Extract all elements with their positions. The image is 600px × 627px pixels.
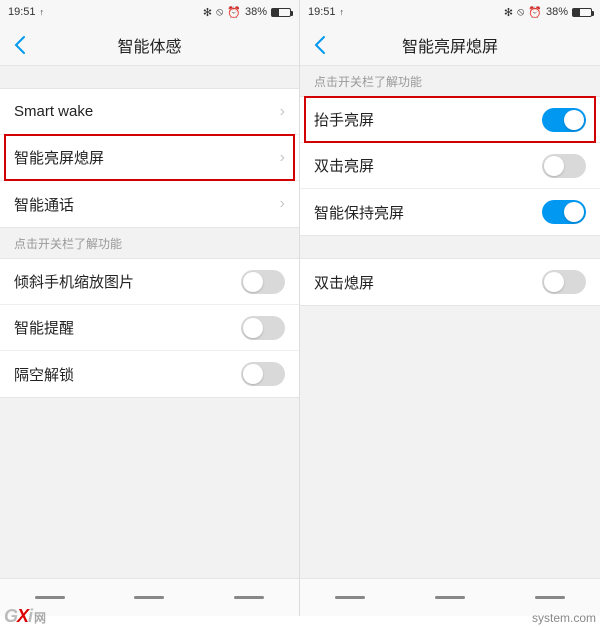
section-label: 点击开关栏了解功能 xyxy=(300,66,600,96)
chevron-right-icon: › xyxy=(280,149,285,167)
toggle-item-raise-wake[interactable]: 抬手亮屏 xyxy=(300,97,600,143)
toggle-item-smart-remind[interactable]: 智能提醒 xyxy=(0,305,299,351)
nav-recent-button[interactable] xyxy=(35,596,65,599)
watermark-url: system.com xyxy=(532,611,596,625)
item-label: 双击亮屏 xyxy=(314,155,374,176)
toggle-item-double-tap-wake[interactable]: 双击亮屏 xyxy=(300,143,600,189)
dnd-icon: ⦸ xyxy=(517,6,524,19)
status-bar: 19:51 ↑ ✻ ⦸ ⏰ 38% xyxy=(0,0,299,24)
item-label: 智能亮屏熄屏 xyxy=(14,147,104,168)
section-label: 点击开关栏了解功能 xyxy=(0,228,299,258)
battery-pct: 38% xyxy=(546,6,568,18)
nav-home-button[interactable] xyxy=(435,596,465,599)
toggle-switch[interactable] xyxy=(542,200,586,224)
item-label: Smart wake xyxy=(14,103,93,120)
toggle-switch[interactable] xyxy=(241,270,285,294)
bluetooth-icon: ✻ xyxy=(203,6,212,19)
toggle-group-2: 双击熄屏 xyxy=(300,258,600,306)
status-time: 19:51 xyxy=(308,6,336,18)
toggle-switch[interactable] xyxy=(542,270,586,294)
page-title: 智能亮屏熄屏 xyxy=(300,33,600,57)
item-label: 智能提醒 xyxy=(14,317,74,338)
alarm-icon: ⏰ xyxy=(227,6,241,19)
upload-icon: ↑ xyxy=(40,7,45,17)
bluetooth-icon: ✻ xyxy=(504,6,513,19)
battery-pct: 38% xyxy=(245,6,267,18)
battery-icon xyxy=(572,8,592,17)
left-screen: 19:51 ↑ ✻ ⦸ ⏰ 38% 智能体感 Smart wake › xyxy=(0,0,300,616)
item-label: 双击熄屏 xyxy=(314,272,374,293)
nav-item-smart-wake[interactable]: Smart wake › xyxy=(0,89,299,135)
status-bar: 19:51 ↑ ✻ ⦸ ⏰ 38% xyxy=(300,0,600,24)
nav-back-button[interactable] xyxy=(535,596,565,599)
toggle-item-smart-stay[interactable]: 智能保持亮屏 xyxy=(300,189,600,235)
toggle-switch[interactable] xyxy=(241,316,285,340)
nav-item-smart-call[interactable]: 智能通话 › xyxy=(0,181,299,227)
toggle-switch[interactable] xyxy=(241,362,285,386)
back-button[interactable] xyxy=(300,24,340,66)
upload-icon: ↑ xyxy=(340,7,345,17)
item-label: 隔空解锁 xyxy=(14,364,74,385)
nav-recent-button[interactable] xyxy=(335,596,365,599)
nav-back-button[interactable] xyxy=(234,596,264,599)
toggle-switch[interactable] xyxy=(542,108,586,132)
toggle-item-air-unlock[interactable]: 隔空解锁 xyxy=(0,351,299,397)
toggle-switch[interactable] xyxy=(542,154,586,178)
header: 智能体感 xyxy=(0,24,299,66)
chevron-right-icon: › xyxy=(280,103,285,121)
toggle-group-1: 抬手亮屏 双击亮屏 智能保持亮屏 xyxy=(300,96,600,236)
chevron-right-icon: › xyxy=(280,195,285,213)
page-title: 智能体感 xyxy=(0,33,299,57)
dnd-icon: ⦸ xyxy=(216,6,223,19)
toggle-item-tilt-zoom[interactable]: 倾斜手机缩放图片 xyxy=(0,259,299,305)
item-label: 智能通话 xyxy=(14,194,74,215)
back-button[interactable] xyxy=(0,24,40,66)
item-label: 智能保持亮屏 xyxy=(314,202,404,223)
item-label: 倾斜手机缩放图片 xyxy=(14,271,134,292)
right-screen: 19:51 ↑ ✻ ⦸ ⏰ 38% 智能亮屏熄屏 点击开关栏了解功能 抬手亮屏 xyxy=(300,0,600,616)
battery-icon xyxy=(271,8,291,17)
alarm-icon: ⏰ xyxy=(528,6,542,19)
nav-item-smart-screen[interactable]: 智能亮屏熄屏 › xyxy=(0,135,299,181)
toggle-item-double-tap-sleep[interactable]: 双击熄屏 xyxy=(300,259,600,305)
toggle-group: 倾斜手机缩放图片 智能提醒 隔空解锁 xyxy=(0,258,299,398)
watermark-logo: GXi网 xyxy=(4,606,45,627)
nav-home-button[interactable] xyxy=(134,596,164,599)
header: 智能亮屏熄屏 xyxy=(300,24,600,66)
nav-group: Smart wake › 智能亮屏熄屏 › 智能通话 › xyxy=(0,88,299,228)
item-label: 抬手亮屏 xyxy=(314,109,374,130)
status-time: 19:51 xyxy=(8,6,36,18)
